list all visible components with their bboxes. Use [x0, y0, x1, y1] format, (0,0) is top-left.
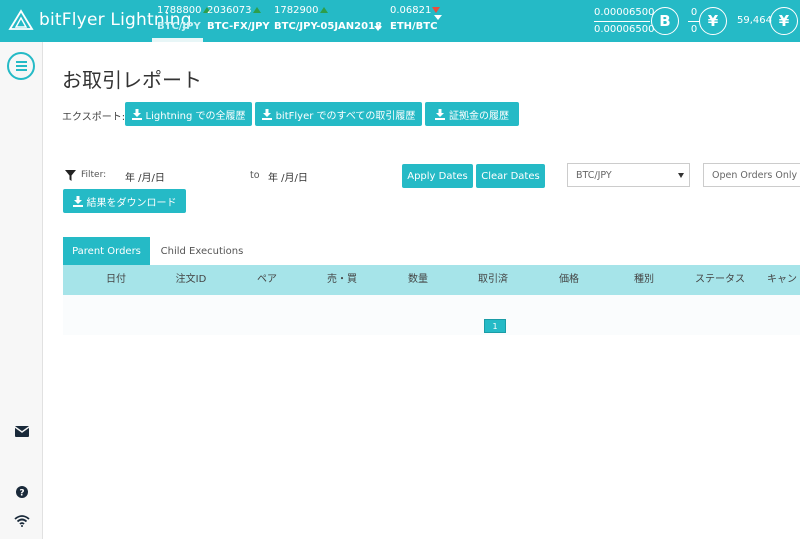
ticker-btc-fx-jpy[interactable]: 2036073 BTC-FX/JPY — [207, 4, 270, 40]
download-results-button[interactable]: 結果をダウンロード — [63, 189, 186, 213]
menu-icon[interactable] — [7, 52, 35, 80]
column-header[interactable]: 売・買 — [309, 265, 375, 295]
column-header[interactable]: ステータス — [687, 265, 753, 295]
logo-icon — [8, 9, 34, 30]
svg-text:?: ? — [19, 489, 24, 499]
arrow-up-icon — [319, 7, 328, 13]
export-lightning-button[interactable]: Lightning での全履歴 — [125, 102, 252, 126]
ticker-pair: ETH/BTC — [390, 21, 438, 32]
ticker-pair: BTC-FX/JPY — [207, 21, 270, 32]
export-margin-button[interactable]: 証拠金の履歴 — [425, 102, 519, 126]
column-header[interactable]: 取引済 — [460, 265, 526, 295]
ticker-price: 2036073 — [207, 5, 252, 16]
order-status-select[interactable]: Open Orders Only — [703, 163, 800, 187]
pair-select-value: BTC/JPY — [576, 169, 612, 181]
export-bitflyer-button[interactable]: bitFlyer でのすべての取引履歴 — [255, 102, 422, 126]
arrow-up-icon — [252, 7, 261, 13]
wifi-icon[interactable] — [14, 515, 30, 527]
top-bar: bitFlyer Lightning 1788800 BTC/JPY 20360… — [0, 0, 800, 42]
download-icon — [72, 195, 83, 207]
ticker-eth-btc[interactable]: 0.06821 ETH/BTC — [390, 4, 441, 40]
table-header: 日付 注文ID ペア 売・買 数量 取引済 価格 種別 ステータス キャン — [63, 265, 800, 295]
clear-dates-button[interactable]: Clear Dates — [476, 164, 545, 188]
column-header[interactable]: 価格 — [536, 265, 602, 295]
export-lightning-label: Lightning での全履歴 — [145, 110, 246, 122]
filter-label: Filter: — [81, 170, 107, 180]
order-status-select-value: Open Orders Only — [712, 169, 798, 181]
download-icon — [131, 108, 142, 120]
jpy-balance-available: 0 — [690, 7, 698, 18]
collateral-balance: 59,464 — [737, 15, 772, 26]
column-header[interactable]: ペア — [234, 265, 300, 295]
arrow-down-icon — [432, 7, 441, 13]
help-icon[interactable]: ? — [16, 486, 28, 498]
export-bitflyer-label: bitFlyer でのすべての取引履歴 — [275, 110, 416, 122]
column-header[interactable]: 注文ID — [158, 265, 224, 295]
tab-parent-orders[interactable]: Parent Orders — [63, 237, 150, 265]
pagination-page-button[interactable]: 1 — [484, 319, 506, 333]
apply-dates-button[interactable]: Apply Dates — [402, 164, 473, 188]
main-content: お取引レポート エクスポート: Lightning での全履歴 bitFlyer… — [43, 42, 800, 539]
collateral-yen-icon[interactable]: ¥ — [770, 7, 798, 35]
ticker-pair: BTC/JPY-05JAN2018 — [274, 21, 382, 32]
download-icon — [261, 108, 272, 120]
filter-icon — [65, 170, 76, 181]
chevron-down-icon[interactable] — [434, 15, 442, 20]
export-margin-label: 証拠金の履歴 — [449, 110, 509, 122]
ticker-price: 1782900 — [274, 5, 319, 16]
chevron-down-icon — [678, 173, 684, 178]
download-results-label: 結果をダウンロード — [86, 197, 177, 209]
yen-icon[interactable]: ¥ — [699, 7, 727, 35]
bitcoin-icon[interactable]: B — [651, 7, 679, 35]
ticker-btc-jpy-future[interactable]: 1782900 BTC/JPY-05JAN2018 — [274, 4, 382, 40]
column-header[interactable]: 数量 — [385, 265, 451, 295]
ticker-price: 0.06821 — [390, 5, 432, 16]
chevron-down-icon[interactable] — [374, 26, 382, 31]
column-header[interactable]: 種別 — [611, 265, 677, 295]
sidebar: ? — [0, 42, 43, 539]
tab-child-executions[interactable]: Child Executions — [150, 237, 254, 265]
column-header[interactable]: キャン — [767, 265, 800, 295]
pair-select[interactable]: BTC/JPY — [567, 163, 690, 187]
page-title: お取引レポート — [62, 68, 202, 92]
to-label: to — [250, 170, 260, 181]
btc-balance-total: 0.00006500 — [594, 21, 654, 35]
column-header[interactable]: 日付 — [83, 265, 149, 295]
ticker-price: 1788800 — [157, 5, 202, 16]
table-body — [63, 295, 800, 335]
ticker-btc-jpy[interactable]: 1788800 BTC/JPY — [157, 4, 211, 40]
export-label: エクスポート: — [62, 112, 126, 123]
btc-balance: 0.00006500 0.00006500 — [594, 7, 655, 35]
download-icon — [435, 108, 445, 120]
ticker-pair: BTC/JPY — [157, 21, 201, 32]
date-from-input[interactable]: 年 /月/日 — [125, 169, 165, 184]
mail-icon[interactable] — [15, 426, 29, 437]
btc-balance-available: 0.00006500 — [594, 7, 655, 18]
date-to-input[interactable]: 年 /月/日 — [268, 169, 308, 184]
